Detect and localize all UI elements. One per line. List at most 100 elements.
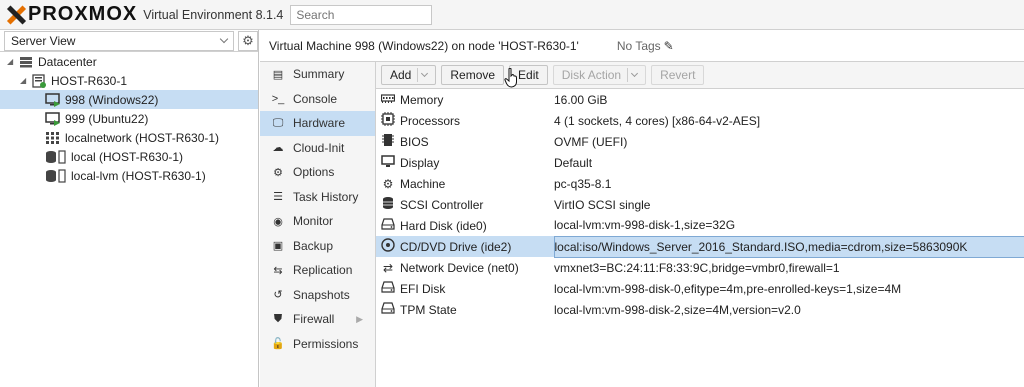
tree-item-local-lvm-storage[interactable]: local-lvm (HOST-R630-1) <box>0 166 258 185</box>
remove-button[interactable]: Remove <box>441 65 505 85</box>
nav-label: Options <box>293 165 335 180</box>
add-button[interactable]: Add <box>381 65 437 85</box>
hardware-value: local-lvm:vm-998-disk-2,size=4M,version=… <box>554 302 801 317</box>
search-input[interactable] <box>290 4 433 25</box>
hardware-row-tpm-state[interactable]: TPM State local-lvm:vm-998-disk-2,size=4… <box>376 299 1024 320</box>
hardware-value: Default <box>554 155 593 170</box>
main-panel: Virtual Machine 998 (Windows22) on node … <box>260 30 1024 387</box>
hardware-row-display[interactable]: Display Default <box>376 152 1024 173</box>
hardware-value: OVMF (UEFI) <box>554 134 628 149</box>
tree-settings-button[interactable]: ⚙ <box>238 30 258 51</box>
tree-item-label: local (HOST-R630-1) <box>71 149 184 164</box>
tree-item-localnetwork[interactable]: localnetwork (HOST-R630-1) <box>0 128 258 147</box>
nav-item-backup[interactable]: ▣ Backup <box>260 234 375 259</box>
mouse-pointer-icon <box>504 68 517 88</box>
chevron-down-icon <box>219 34 229 44</box>
disk-action-button[interactable]: Disk Action <box>552 65 647 85</box>
tree-item-label: HOST-R630-1 <box>51 73 128 88</box>
hardware-name: Network Device (net0) <box>400 260 519 275</box>
tree-item-vm-999[interactable]: 999 (Ubuntu22) <box>0 109 258 128</box>
collapse-arrow-icon[interactable]: ◢ <box>7 57 15 66</box>
logo-text: PROXMOX <box>28 3 138 25</box>
microchip-icon <box>382 133 394 150</box>
nav-label: Task History <box>293 189 359 204</box>
hardware-value: 16.00 GiB <box>554 92 608 107</box>
nav-item-replication[interactable]: ⇆ Replication <box>260 258 375 283</box>
nav-item-hardware[interactable]: 🖵 Hardware <box>260 111 375 136</box>
pencil-icon[interactable]: ✎ <box>664 39 674 53</box>
nav-label: Replication <box>293 263 353 278</box>
exchange-icon: ⇄ <box>382 260 394 275</box>
nav-item-snapshots[interactable]: ↺ Snapshots <box>260 283 375 308</box>
hardware-value: local-lvm:vm-998-disk-1,size=32G <box>554 218 736 233</box>
nav-item-summary[interactable]: ▤ Summary <box>260 62 375 87</box>
hardware-row-hard-disk[interactable]: Hard Disk (ide0) local-lvm:vm-998-disk-1… <box>376 215 1024 236</box>
hardware-value: 4 (1 sockets, 4 cores) [x86-64-v2-AES] <box>554 113 761 128</box>
collapse-arrow-icon[interactable]: ◢ <box>20 76 28 85</box>
proxmox-logo[interactable]: PROXMOX <box>6 3 137 26</box>
summary-icon: ▤ <box>272 68 284 81</box>
chevron-down-icon <box>631 69 639 78</box>
expand-arrow-icon: ▶ <box>356 313 363 324</box>
nav-item-firewall[interactable]: ⛊ Firewall ▶ <box>260 307 375 332</box>
nav-label: Hardware <box>293 116 346 131</box>
memory-icon <box>380 93 396 107</box>
server-view-select[interactable]: Server View <box>4 30 234 51</box>
divider <box>417 68 419 82</box>
hardware-name: EFI Disk <box>400 281 446 296</box>
edit-label: Edit <box>518 68 539 82</box>
nav-item-task-history[interactable]: ☰ Task History <box>260 185 375 210</box>
server-icon <box>31 73 47 88</box>
tree-item-vm-998[interactable]: 998 (Windows22) <box>0 90 258 109</box>
eye-icon: ◉ <box>273 215 283 228</box>
hardware-value: VirtIO SCSI single <box>554 197 651 212</box>
network-grid-icon <box>45 131 61 145</box>
hardware-row-efi-disk[interactable]: EFI Disk local-lvm:vm-998-disk-0,efitype… <box>376 278 1024 299</box>
storage-icon <box>45 168 67 183</box>
disk-action-label: Disk Action <box>561 68 622 82</box>
hardware-row-processors[interactable]: Processors 4 (1 sockets, 4 cores) [x86-6… <box>376 110 1024 131</box>
hardware-row-scsi-controller[interactable]: SCSI Controller VirtIO SCSI single <box>376 194 1024 215</box>
hardware-row-memory[interactable]: Memory 16.00 GiB <box>376 89 1024 110</box>
gear-icon: ⚙ <box>273 166 283 179</box>
nav-label: Firewall <box>293 312 335 327</box>
list-icon: ☰ <box>273 191 283 204</box>
cdrom-icon <box>381 238 395 255</box>
revert-button[interactable]: Revert <box>651 65 705 85</box>
hardware-row-machine[interactable]: ⚙ Machine pc-q35-8.1 <box>376 173 1024 194</box>
nav-item-console[interactable]: >_ Console <box>260 87 375 112</box>
history-icon: ↺ <box>273 289 283 302</box>
nav-item-permissions[interactable]: 🔓 Permissions <box>260 332 375 357</box>
tree-item-host[interactable]: ◢ HOST-R630-1 <box>0 71 258 90</box>
top-bar: PROXMOX Virtual Environment 8.1.4 <box>0 0 1024 30</box>
hardware-name: SCSI Controller <box>400 197 484 212</box>
hardware-row-cd-dvd-drive[interactable]: CD/DVD Drive (ide2) local:iso/Windows_Se… <box>376 235 1024 258</box>
nav-item-options[interactable]: ⚙ Options <box>260 160 375 185</box>
terminal-icon: >_ <box>271 92 285 105</box>
view-selector-row: Server View ⚙ <box>0 30 258 52</box>
nav-label: Monitor <box>293 214 334 229</box>
tree-item-label: 999 (Ubuntu22) <box>65 111 149 126</box>
floppy-icon: ▣ <box>272 240 284 253</box>
hardware-value: pc-q35-8.1 <box>554 176 612 191</box>
nav-item-cloud-init[interactable]: ☁ Cloud-Init <box>260 136 375 161</box>
proxmox-x-icon <box>6 5 26 25</box>
hardware-name: CD/DVD Drive (ide2) <box>400 236 554 257</box>
tree-item-label: local-lvm (HOST-R630-1) <box>71 168 206 183</box>
hardware-name: Processors <box>400 113 461 128</box>
hardware-value: local-lvm:vm-998-disk-0,efitype=4m,pre-e… <box>554 281 902 296</box>
nav-item-monitor[interactable]: ◉ Monitor <box>260 209 375 234</box>
cogs-icon: ⚙ <box>382 176 394 191</box>
tree-item-datacenter[interactable]: ◢ Datacenter <box>0 52 258 71</box>
product-version: Virtual Environment 8.1.4 <box>143 7 284 22</box>
unlock-icon: 🔓 <box>271 338 285 351</box>
tree-item-local-storage[interactable]: local (HOST-R630-1) <box>0 147 258 166</box>
hardware-row-bios[interactable]: BIOS OVMF (UEFI) <box>376 131 1024 152</box>
hardware-row-network-device[interactable]: ⇄ Network Device (net0) vmxnet3=BC:24:11… <box>376 257 1024 278</box>
chevron-down-icon <box>421 69 429 78</box>
hdd-icon <box>381 218 395 233</box>
vm-nav: ▤ Summary >_ Console 🖵 Hardware ☁ Cloud-… <box>260 62 376 387</box>
nav-label: Permissions <box>293 336 359 351</box>
hardware-name: BIOS <box>400 134 429 149</box>
nav-label: Summary <box>293 67 345 82</box>
